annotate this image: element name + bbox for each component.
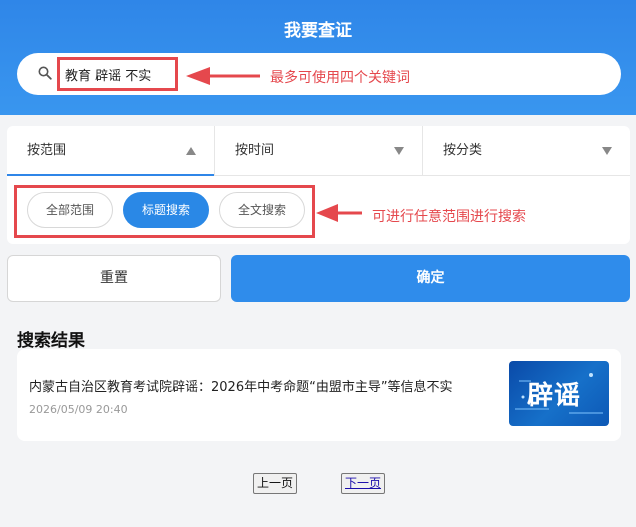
results-heading: 搜索结果 [17,331,85,351]
result-date: 2026/05/09 20:40 [29,403,128,416]
thumbnail-text: 辟谣 [527,381,582,411]
result-title[interactable]: 内蒙古自治区教育考试院辟谣：2026年中考命题“由盟市主导”等信息不实 [29,376,453,395]
annotation-arrow-icon [186,67,260,85]
tab-range[interactable]: 按范围 [7,126,215,176]
result-thumbnail[interactable]: 辟谣 [509,361,609,426]
search-annotation-box [57,57,178,91]
search-icon [38,66,52,80]
confirm-button[interactable]: 确定 [231,255,630,302]
next-page-button[interactable]: 下一页 [341,473,386,494]
tab-category-label: 按分类 [443,143,483,158]
scope-annotation-box [14,185,315,238]
filter-tabs: 按范围 按时间 按分类 [7,126,630,176]
tab-category[interactable]: 按分类 [423,126,630,175]
tab-time-label: 按时间 [235,143,275,158]
reset-button[interactable]: 重置 [7,255,221,302]
caret-down-icon [394,147,404,155]
page-title: 我要查证 [284,21,352,41]
caret-down-icon [602,147,612,155]
result-item[interactable]: 内蒙古自治区教育考试院辟谣：2026年中考命题“由盟市主导”等信息不实 2026… [17,349,621,441]
search-annotation-text: 最多可使用四个关键词 [270,70,410,86]
annotation-arrow-icon [316,204,362,222]
tab-range-label: 按范围 [27,143,67,158]
scope-annotation-text: 可进行任意范围进行搜索 [372,209,526,225]
prev-page-button[interactable]: 上一页 [253,473,298,494]
caret-up-icon [186,147,196,155]
tab-time[interactable]: 按时间 [215,126,423,175]
